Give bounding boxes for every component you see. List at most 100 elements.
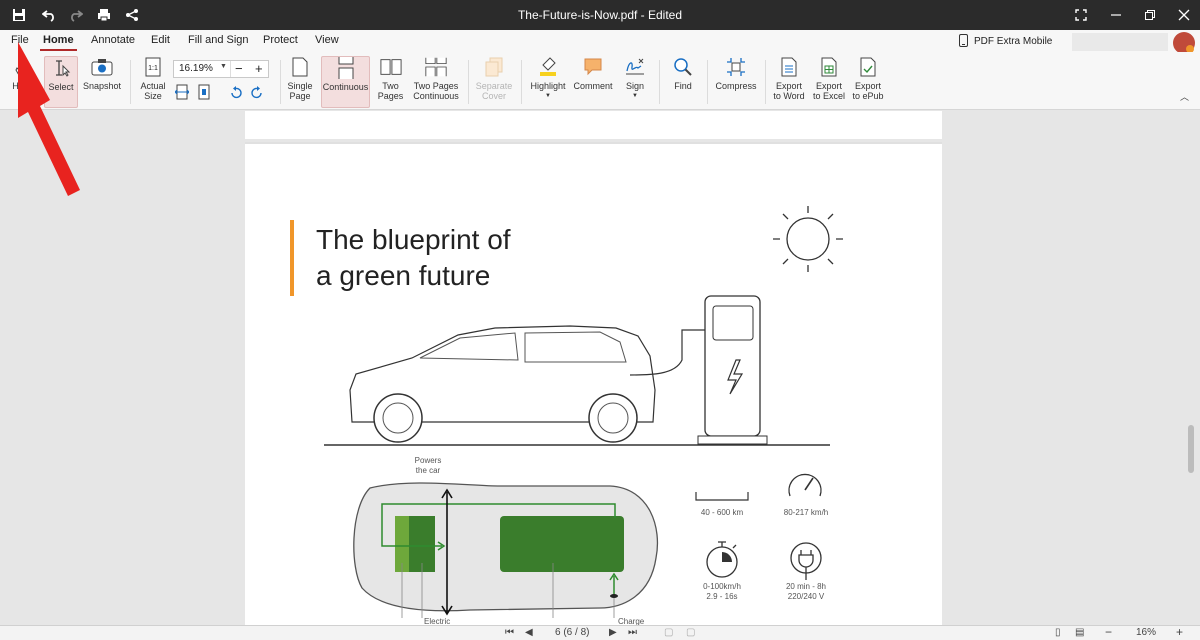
- two-pages-continuous-icon: [425, 56, 447, 78]
- separate-cover-icon: [483, 56, 505, 78]
- vertical-scrollbar-thumb[interactable]: [1188, 425, 1194, 473]
- export-word-label: Export to Word: [773, 81, 805, 101]
- actual-size-label: Actual Size: [140, 81, 166, 101]
- status-bar: ⏮ ◀ 6 (6 / 8) ▶ ⏭ ▢ ▢ ▯ ▤ − 16% +: [0, 625, 1200, 640]
- menu-view[interactable]: View: [315, 34, 339, 46]
- plug-icon: [790, 542, 822, 580]
- ribbon-divider: [130, 60, 131, 104]
- page-back-icon[interactable]: ▢: [664, 627, 673, 638]
- compress-label: Compress: [715, 81, 757, 91]
- continuous-button[interactable]: Continuous: [321, 56, 370, 108]
- rotate-left-icon[interactable]: [229, 86, 243, 105]
- fit-page-icon[interactable]: [197, 84, 211, 105]
- ribbon-divider: [521, 60, 522, 104]
- status-zoom-out-icon[interactable]: −: [1105, 625, 1112, 639]
- page-indicator[interactable]: 6 (6 / 8): [555, 627, 589, 638]
- stat-speed: 80-217 km/h: [783, 508, 829, 517]
- ribbon-divider: [659, 60, 660, 104]
- rotate-right-icon[interactable]: [250, 86, 264, 105]
- two-pages-label: Two Pages: [377, 81, 404, 101]
- menu-bar: File Home Annotate Edit Fill and Sign Pr…: [0, 30, 1200, 54]
- separate-cover-label: Separate Cover: [475, 81, 513, 101]
- zoom-input[interactable]: 16.19% ▼ − +: [173, 60, 269, 78]
- single-page-label: Single Page: [287, 81, 313, 101]
- heading-line-1: The blueprint of: [316, 224, 511, 255]
- sign-button[interactable]: Sign ▼: [618, 56, 652, 108]
- zoom-out-icon[interactable]: −: [235, 61, 243, 76]
- sign-label: Sign: [625, 81, 644, 91]
- comment-button[interactable]: Comment: [572, 56, 614, 108]
- find-label: Find: [674, 81, 692, 91]
- export-to-epub-button[interactable]: Export to ePub: [849, 56, 887, 108]
- ribbon-divider: [707, 60, 708, 104]
- single-page-view-icon[interactable]: ▯: [1055, 627, 1061, 638]
- next-page-icon[interactable]: ▶: [609, 627, 617, 638]
- separate-cover-button[interactable]: Separate Cover: [474, 56, 514, 108]
- menu-fill-and-sign[interactable]: Fill and Sign: [188, 34, 249, 46]
- share-icon[interactable]: [121, 0, 143, 30]
- collapse-ribbon-icon[interactable]: ︿: [1180, 90, 1189, 103]
- menu-annotate[interactable]: Annotate: [91, 34, 135, 46]
- heading-line-2: a green future: [316, 260, 491, 291]
- single-page-button[interactable]: Single Page: [284, 56, 316, 108]
- redo-icon[interactable]: [65, 0, 87, 30]
- fullscreen-icon[interactable]: [1070, 0, 1092, 30]
- menu-protect[interactable]: Protect: [263, 34, 298, 46]
- close-icon[interactable]: [1172, 0, 1196, 30]
- zoom-dropdown-icon[interactable]: ▼: [220, 63, 227, 70]
- avatar[interactable]: [1173, 32, 1195, 54]
- first-page-icon[interactable]: ⏮: [505, 627, 514, 638]
- zoom-in-icon[interactable]: +: [255, 61, 263, 76]
- compress-button[interactable]: Compress: [713, 56, 759, 108]
- highlight-dropdown-icon[interactable]: ▼: [545, 91, 551, 101]
- account-name-blurred[interactable]: [1072, 33, 1168, 51]
- signature-icon: [624, 56, 646, 78]
- print-icon[interactable]: [93, 0, 115, 30]
- two-pages-continuous-label: Two Pages Continuous: [413, 81, 459, 101]
- last-page-icon[interactable]: ⏭: [628, 627, 637, 638]
- highlighter-icon: [537, 56, 559, 78]
- fit-width-icon[interactable]: [174, 84, 190, 105]
- two-pages-icon: [379, 56, 402, 78]
- comment-icon: [582, 56, 604, 78]
- stat-acceleration: 0-100km/h 2.9 - 16s: [703, 582, 741, 601]
- red-arrow-annotation: [18, 42, 80, 196]
- sign-dropdown-icon[interactable]: ▼: [632, 91, 638, 101]
- previous-page-icon[interactable]: ◀: [525, 627, 533, 638]
- phone-icon: [959, 34, 968, 52]
- save-icon[interactable]: [8, 0, 30, 30]
- export-to-word-button[interactable]: Export to Word: [770, 56, 808, 108]
- range-icon: [695, 492, 749, 501]
- sun-illustration: [773, 206, 843, 272]
- battery-diagram: [353, 482, 659, 618]
- speedometer-icon: [788, 473, 822, 497]
- actual-size-button[interactable]: 1:1 Actual Size: [136, 56, 170, 108]
- two-pages-continuous-button[interactable]: Two Pages Continuous: [412, 56, 460, 108]
- single-page-icon: [289, 56, 311, 78]
- pdf-extra-mobile-link[interactable]: PDF Extra Mobile: [974, 36, 1052, 47]
- export-excel-icon: [818, 56, 840, 78]
- status-zoom-in-icon[interactable]: +: [1176, 625, 1183, 639]
- undo-icon[interactable]: [38, 0, 60, 30]
- find-button[interactable]: Find: [666, 56, 700, 108]
- highlight-label: Highlight: [530, 81, 566, 91]
- continuous-icon: [335, 57, 357, 79]
- two-pages-button[interactable]: Two Pages: [374, 56, 407, 108]
- minimize-icon[interactable]: [1104, 0, 1128, 30]
- restore-icon[interactable]: [1138, 0, 1162, 30]
- heading-accent-bar: [290, 220, 294, 296]
- menu-edit[interactable]: Edit: [151, 34, 170, 46]
- export-excel-label: Export to Excel: [812, 81, 845, 101]
- highlight-button[interactable]: Highlight ▼: [527, 56, 569, 108]
- stopwatch-icon: [706, 541, 738, 578]
- title-bar: The-Future-is-Now.pdf - Edited: [0, 0, 1200, 30]
- comment-label: Comment: [573, 81, 613, 91]
- ribbon-divider: [765, 60, 766, 104]
- export-to-excel-button[interactable]: Export to Excel: [810, 56, 848, 108]
- pdf-page-previous: [245, 111, 942, 139]
- status-zoom-value[interactable]: 16%: [1136, 627, 1156, 638]
- ribbon-divider: [280, 60, 281, 104]
- page-heading: The blueprint of a green future: [316, 222, 511, 294]
- continuous-view-icon[interactable]: ▤: [1075, 627, 1084, 638]
- page-forward-icon[interactable]: ▢: [686, 627, 695, 638]
